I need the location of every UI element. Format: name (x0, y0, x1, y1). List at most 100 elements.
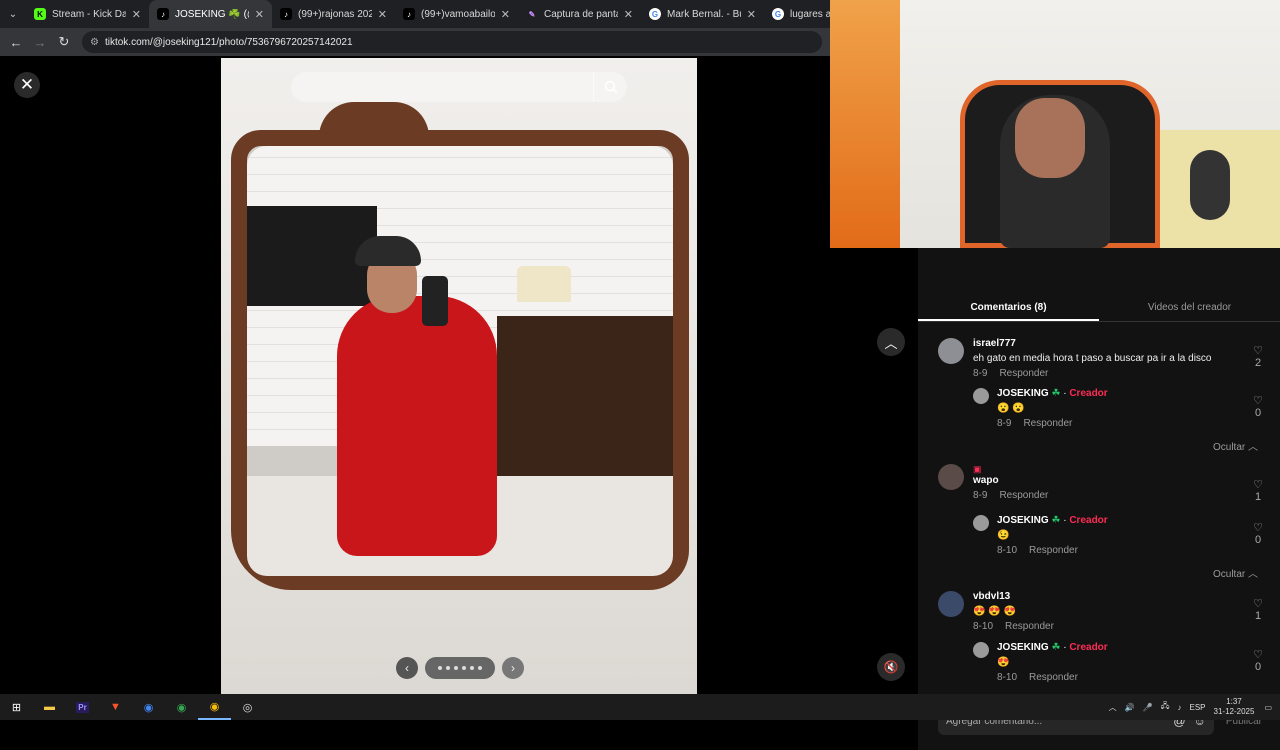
close-tab-icon[interactable]: ✕ (132, 8, 141, 21)
site-info-icon[interactable]: ⚙ (90, 37, 99, 48)
brave-icon[interactable]: ▼ (99, 694, 132, 720)
mirror-crest (319, 102, 429, 146)
network-icon[interactable]: 🖧 (1161, 700, 1170, 714)
mute-button[interactable]: 🔇 (877, 653, 905, 681)
person-cap (355, 236, 421, 266)
volume-icon[interactable]: ♪ (1178, 703, 1182, 712)
tiktok-icon: ♪ (157, 8, 169, 20)
like-button[interactable]: ♡ 0 (1248, 394, 1268, 419)
forward-icon[interactable]: → (28, 35, 52, 50)
close-tab-icon[interactable]: ✕ (255, 8, 264, 21)
reply-username[interactable]: JOSEKING (997, 515, 1049, 526)
reply-item: JOSEKING ☘ · Creador 😉 8-10 Responder ♡ 0 (973, 515, 1268, 556)
hide-replies-button[interactable]: Ocultar ︿ (1213, 565, 1258, 580)
like-button[interactable]: ♡ 1 (1248, 597, 1268, 622)
close-tab-icon[interactable]: ✕ (624, 8, 633, 21)
clock[interactable]: 1:37 31-12-2025 (1214, 697, 1255, 717)
tab-3[interactable]: ♪ (99+)vamoabailotea ✕ (395, 0, 518, 28)
hide-replies-button[interactable]: Ocultar ︿ (1213, 438, 1258, 453)
tab-0[interactable]: K Stream - Kick Dashbo ✕ (26, 0, 149, 28)
reply-username[interactable]: JOSEKING (997, 388, 1049, 399)
avatar[interactable] (973, 515, 989, 531)
search-placeholder: Buscar contenido relacionado (301, 81, 446, 93)
reply-button[interactable]: Responder (1005, 621, 1054, 632)
file-explorer-icon[interactable]: ▬ (33, 694, 66, 720)
url-field[interactable]: ⚙ tiktok.com/@joseking121/photo/753679672… (82, 31, 822, 53)
comment-username[interactable]: wapo (973, 475, 1048, 486)
tab-1[interactable]: ♪ JOSEKING ☘️ (@jose ✕ (149, 0, 272, 28)
tab-title: Captura de pantalla (544, 8, 618, 20)
microphone (1190, 150, 1230, 220)
like-button[interactable]: ♡ 0 (1248, 648, 1268, 673)
cabinet (497, 316, 673, 486)
post-photo[interactable]: Buscar contenido relacionado (221, 58, 697, 694)
mic-icon[interactable]: 🎤 (1143, 703, 1153, 712)
tab-search-button[interactable]: ⌄ (0, 0, 26, 28)
chrome-icon[interactable]: ◉ (165, 694, 198, 720)
like-button[interactable]: ♡ 1 (1248, 478, 1268, 503)
tab-creator-videos[interactable]: Videos del creador (1099, 294, 1280, 321)
carousel-dots[interactable] (425, 657, 495, 679)
comment-text: 😍 😍 😍 (973, 606, 1016, 617)
comment-text: eh gato en media hora t paso a buscar pa… (973, 353, 1212, 364)
person-red-jacket (337, 296, 497, 556)
close-tab-icon[interactable]: ✕ (378, 8, 387, 21)
notification-icon[interactable]: ▭ (1264, 703, 1272, 712)
phone (422, 276, 448, 326)
reply-button[interactable]: Responder (1029, 545, 1078, 556)
heart-icon: ♡ (1253, 479, 1263, 491)
heart-icon: ♡ (1253, 345, 1263, 357)
reply-button[interactable]: Responder (1023, 418, 1072, 429)
like-button[interactable]: ♡ 2 (1248, 344, 1268, 369)
language-indicator[interactable]: ESP (1190, 703, 1206, 712)
creator-badge: Creador (1069, 515, 1108, 526)
comment-username[interactable]: vbdvl13 (973, 591, 1054, 602)
reply-text: 😉 (997, 530, 1010, 541)
close-tab-icon[interactable]: ✕ (747, 8, 756, 21)
back-icon[interactable]: ← (4, 35, 28, 50)
avatar[interactable] (973, 642, 989, 658)
avatar[interactable] (938, 464, 964, 490)
chevron-left-icon: ‹ (405, 661, 409, 675)
next-photo-button[interactable]: › (502, 657, 524, 679)
comment-date: 8-9 (973, 490, 988, 501)
system-tray: ︿ 🔊 🎤 🖧 ♪ ESP 1:37 31-12-2025 ▭ (1109, 694, 1280, 720)
comment-username[interactable]: israel777 (973, 338, 1211, 349)
comment-item: vbdvl13 😍 😍 😍 8-10 Responder ♡ 1 (938, 591, 1268, 632)
reply-button[interactable]: Responder (999, 368, 1048, 379)
related-search-bar[interactable]: Buscar contenido relacionado (291, 72, 627, 102)
avatar[interactable] (938, 338, 964, 364)
search-icon[interactable] (593, 72, 627, 102)
close-viewer-button[interactable]: ✕ (14, 72, 40, 98)
avatar[interactable] (973, 388, 989, 404)
avatar[interactable] (938, 591, 964, 617)
reply-button[interactable]: Responder (1029, 672, 1078, 683)
windows-start-icon[interactable]: ⊞ (0, 694, 33, 720)
reply-button[interactable]: Responder (999, 490, 1048, 501)
clover-icon: ☘ (1051, 388, 1061, 399)
prev-photo-button[interactable]: ‹ (396, 657, 418, 679)
previous-post-button[interactable]: ︿ (877, 328, 905, 356)
reply-text: 😍 (997, 657, 1010, 668)
chrome-icon[interactable]: ◉ (198, 694, 231, 720)
chrome-icon[interactable]: ◉ (132, 694, 165, 720)
comment-date: 8-9 (973, 368, 988, 379)
tab-5[interactable]: G Mark Bernal. - Busca ✕ (641, 0, 764, 28)
close-tab-icon[interactable]: ✕ (501, 8, 510, 21)
like-count: 1 (1254, 491, 1262, 503)
tab-2[interactable]: ♪ (99+)rajonas 2025 (✕ (272, 0, 395, 28)
clover-icon: ☘ (1051, 515, 1061, 526)
speaker-icon[interactable]: 🔊 (1125, 703, 1135, 712)
heart-icon: ♡ (1253, 522, 1263, 534)
premiere-icon[interactable]: Pr (66, 694, 99, 720)
reload-icon[interactable]: ↻ (52, 34, 76, 50)
badge-icon: ▣ (973, 464, 982, 474)
tab-comments[interactable]: Comentarios (8) (918, 294, 1099, 321)
reply-username[interactable]: JOSEKING (997, 642, 1049, 653)
obs-icon[interactable]: ◎ (231, 694, 264, 720)
tiktok-icon: ♪ (403, 8, 415, 20)
chevron-up-icon[interactable]: ︿ (1109, 702, 1117, 713)
photo-carousel-controls: ‹ › (396, 656, 524, 680)
like-button[interactable]: ♡ 0 (1248, 521, 1268, 546)
tab-4[interactable]: ✎ Captura de pantalla ✕ (518, 0, 641, 28)
